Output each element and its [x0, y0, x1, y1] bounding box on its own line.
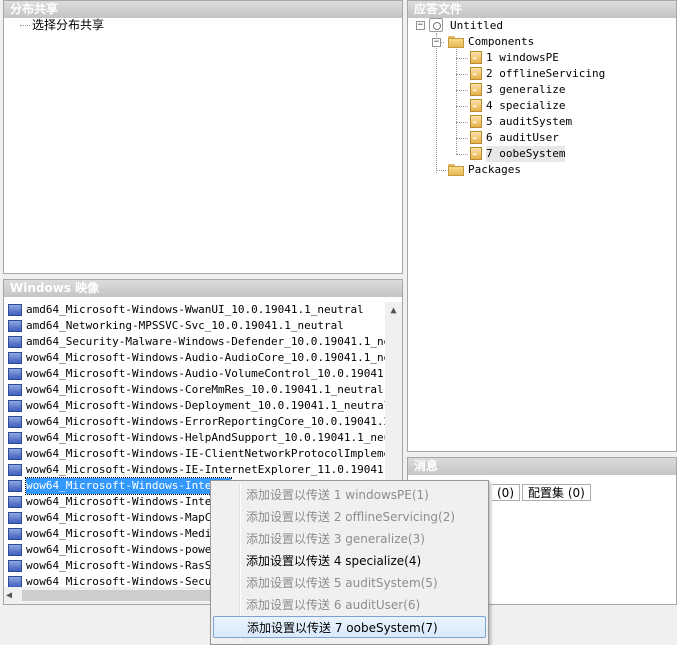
context-menu-item-pass-7[interactable]: 添加设置以传送 7 oobeSystem(7) — [213, 616, 486, 638]
context-menu-item-pass-4[interactable]: 添加设置以传送 4 specialize(4) — [213, 550, 486, 572]
pass-icon: ➜ — [470, 83, 482, 96]
component-icon — [8, 560, 22, 572]
windows-image-header: Windows 映像 — [4, 280, 402, 297]
context-menu-item-pass-6[interactable]: 添加设置以传送 6 auditUser(6) — [213, 594, 486, 616]
image-list-item-label: wow64_Microsoft-Windows-Deployment_10.0.… — [26, 399, 387, 412]
pass-name: auditSystem — [499, 115, 573, 128]
messages-tab-config-set[interactable]: 配置集 (0) — [522, 484, 591, 501]
distribution-share-header: 分布共享 — [4, 1, 402, 18]
answer-file-header: 应答文件 — [408, 1, 676, 18]
answer-file-pane: 应答文件 − Untitled − Components Packages ➜ 1… — [407, 0, 677, 452]
tree-pass-oobeSystem[interactable]: 7 oobeSystem — [486, 146, 566, 162]
pass-number: 4 — [486, 99, 493, 112]
component-icon — [8, 480, 22, 492]
image-list-item-label: amd64_Networking-MPSSVC-Svc_10.0.19041.1… — [26, 319, 344, 332]
messages-header: 消息 — [408, 458, 676, 475]
pass-name: offlineServicing — [499, 67, 606, 80]
tree-pass-generalize[interactable]: 3 generalize — [486, 82, 565, 98]
component-icon — [8, 320, 22, 332]
component-icon — [8, 384, 22, 396]
context-menu-item-pass-5[interactable]: 添加设置以传送 5 auditSystem(5) — [213, 572, 486, 594]
pass-icon: ➜ — [470, 99, 482, 112]
pass-number: 6 — [486, 131, 493, 144]
distribution-share-pane: 分布共享 选择分布共享 — [3, 0, 403, 274]
messages-tab-partial[interactable]: (0) — [492, 484, 520, 501]
context-menu-item-pass-2[interactable]: 添加设置以传送 2 offlineServicing(2) — [213, 506, 486, 528]
context-menu-item-pass-3[interactable]: 添加设置以传送 3 generalize(3) — [213, 528, 486, 550]
tree-pass-windowsPE[interactable]: 1 windowsPE — [486, 50, 559, 66]
pass-number: 3 — [486, 83, 493, 96]
pass-name: auditUser — [499, 131, 559, 144]
component-icon — [8, 496, 22, 508]
component-icon — [8, 432, 22, 444]
image-list-item-label: wow64_Microsoft-Windows-IE-InternetExplo… — [26, 463, 387, 476]
component-icon — [8, 448, 22, 460]
component-icon — [8, 400, 22, 412]
root-collapse-icon[interactable]: − — [416, 21, 425, 30]
pass-name: windowsPE — [499, 51, 559, 64]
image-list-item-label: wow64_Microsoft-Windows-ErrorReportingCo… — [26, 415, 387, 428]
image-list-item-label: wow64_Microsoft-Windows-Interna — [26, 495, 232, 508]
component-icon — [8, 512, 22, 524]
pass-number: 5 — [486, 115, 493, 128]
context-menu: 添加设置以传送 1 windowsPE(1) 添加设置以传送 2 offlineS… — [210, 480, 489, 645]
pass-icon: ➜ — [470, 147, 482, 160]
image-list-item-label: wow64_Microsoft-Windows-RasServ — [26, 559, 232, 572]
component-icon — [8, 528, 22, 540]
tree-components[interactable]: Components — [468, 34, 534, 50]
image-list-item-label: wow64_Microsoft-Windows-powercp — [26, 543, 232, 556]
component-icon — [8, 464, 22, 476]
tree-pass-specialize[interactable]: 4 specialize — [486, 98, 565, 114]
image-list-item-label: amd64_Security-Malware-Windows-Defender_… — [26, 335, 387, 348]
pass-number: 7 — [486, 147, 493, 160]
image-list-item-label: wow64_Microsoft-Windows-HelpAndSupport_1… — [26, 431, 387, 444]
image-list-item-label: amd64_Microsoft-Windows-WwanUI_10.0.1904… — [26, 303, 364, 316]
image-list-item-label: wow64_Microsoft-Windows-MapCont — [26, 511, 232, 524]
image-list-item-label: wow64_Microsoft-Windows-IE-ClientNetwork… — [26, 447, 387, 460]
tree-root-untitled[interactable]: Untitled — [450, 18, 503, 34]
pass-icon: ➜ — [470, 115, 482, 128]
hscroll-thumb[interactable] — [22, 590, 212, 601]
pass-name: specialize — [499, 99, 566, 112]
pass-icon: ➜ — [470, 51, 482, 64]
pass-icon: ➜ — [470, 131, 482, 144]
image-list-item-label: wow64_Microsoft-Windows-Audio-AudioCore_… — [26, 351, 387, 364]
scroll-up-arrow-icon[interactable]: ▲ — [385, 302, 402, 319]
component-icon — [8, 304, 22, 316]
component-icon — [8, 544, 22, 556]
pass-number: 1 — [486, 51, 493, 64]
components-collapse-icon[interactable]: − — [432, 38, 441, 47]
select-distribution-share-item[interactable]: 选择分布共享 — [32, 17, 104, 33]
component-icon — [8, 416, 22, 428]
image-list-item-label: wow64_Microsoft-Windows-Audio-VolumeCont… — [26, 367, 387, 380]
image-list-item-label: wow64_Microsoft-Windows-CoreMmRes_10.0.1… — [26, 383, 384, 396]
components-folder-icon — [448, 36, 464, 48]
tree-packages[interactable]: Packages — [468, 162, 521, 178]
scroll-left-arrow-icon[interactable]: ◀ — [6, 587, 20, 604]
pass-icon: ➜ — [470, 67, 482, 80]
image-list-item-label: wow64_Microsoft-Windows-MediaPl — [26, 527, 232, 540]
pass-number: 2 — [486, 67, 493, 80]
component-icon — [8, 336, 22, 348]
component-icon — [8, 368, 22, 380]
pass-name: oobeSystem — [499, 147, 566, 160]
tree-pass-auditUser[interactable]: 6 auditUser — [486, 130, 559, 146]
context-menu-item-pass-1[interactable]: 添加设置以传送 1 windowsPE(1) — [213, 484, 486, 506]
image-list-item-label: wow64_Microsoft-Windows-Interna — [24, 477, 233, 495]
answer-file-icon — [429, 18, 443, 32]
tree-pass-auditSystem[interactable]: 5 auditSystem — [486, 114, 572, 130]
component-icon — [8, 352, 22, 364]
tree-pass-offlineServicing[interactable]: 2 offlineServicing — [486, 66, 605, 82]
packages-folder-icon — [448, 164, 464, 176]
pass-name: generalize — [499, 83, 566, 96]
